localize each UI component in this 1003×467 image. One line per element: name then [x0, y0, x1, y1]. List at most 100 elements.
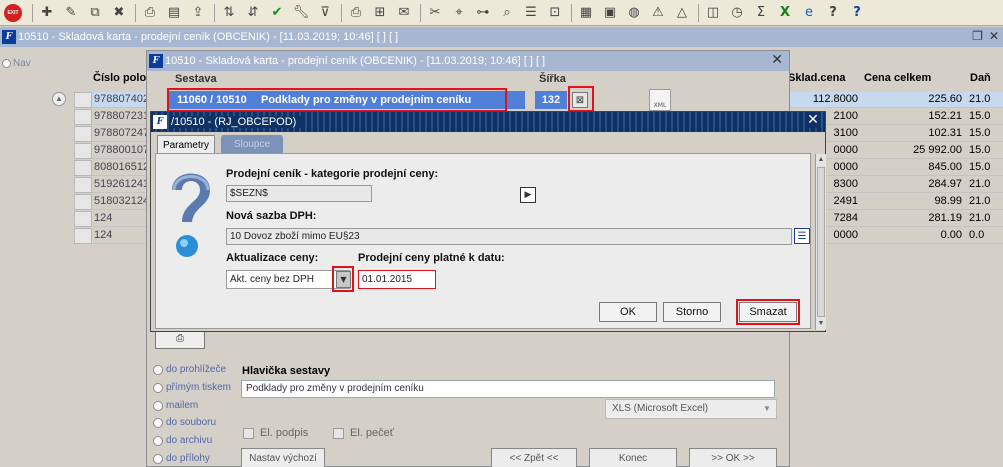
- output-option-5[interactable]: do přílohy: [153, 453, 210, 464]
- format-select[interactable]: XLS (Microsoft Excel) ▼: [605, 399, 777, 419]
- row-selector[interactable]: [74, 177, 92, 193]
- edit-record-icon[interactable]: ✎: [61, 3, 81, 23]
- radio-icon[interactable]: [153, 453, 163, 464]
- radio-icon[interactable]: [153, 364, 163, 375]
- print-preview-icon[interactable]: ⎙: [140, 3, 160, 23]
- dph-input[interactable]: 10 Dovoz zboží mimo EU§23: [226, 228, 792, 245]
- col-header-cena-celkem[interactable]: Cena celkem: [864, 72, 931, 84]
- row-selector[interactable]: [74, 126, 92, 142]
- link-icon[interactable]: ⊶: [473, 3, 493, 23]
- col-header-code[interactable]: Číslo polo: [93, 72, 146, 84]
- toolbar-separator: [135, 3, 136, 22]
- row-selector[interactable]: [74, 143, 92, 159]
- chevron-down-icon[interactable]: ▼: [760, 402, 774, 416]
- output-option-0[interactable]: do prohlížeče: [153, 364, 226, 375]
- cell-code: 978807231: [94, 110, 150, 122]
- filter-icon[interactable]: ⊽: [315, 3, 335, 23]
- wrench-icon[interactable]: 🔧︎: [291, 3, 311, 23]
- cell-dan: 21.0: [969, 212, 991, 224]
- mail-icon[interactable]: ✉: [394, 3, 414, 23]
- help-context-icon[interactable]: ?: [847, 3, 867, 23]
- el-pecet-checkbox[interactable]: El. pečeť: [333, 427, 394, 439]
- row-selector[interactable]: [74, 194, 92, 210]
- tab-sloupce[interactable]: Sloupce: [221, 135, 283, 154]
- radio-icon[interactable]: [153, 400, 163, 411]
- help-icon[interactable]: ?: [823, 3, 843, 23]
- col-header-dan[interactable]: Daň: [970, 72, 991, 84]
- close-icon[interactable]: ✕: [805, 112, 821, 128]
- cenik-input[interactable]: $SEZN$: [226, 185, 372, 202]
- list-icon[interactable]: ☰: [521, 3, 541, 23]
- xml-export-icon[interactable]: XML: [649, 89, 671, 111]
- list-icon[interactable]: ☰: [794, 228, 810, 244]
- pin-icon[interactable]: ⌖: [449, 3, 469, 23]
- cell-sklad-cena: 112.8000: [812, 93, 858, 105]
- document-icon[interactable]: ▣: [600, 3, 620, 23]
- ok-next-button[interactable]: >> OK >>: [689, 448, 777, 467]
- row-selector[interactable]: [74, 211, 92, 227]
- output-option-3[interactable]: do souboru: [153, 417, 216, 428]
- chart-icon[interactable]: ◫: [703, 3, 723, 23]
- nav-option[interactable]: Nav: [2, 58, 31, 69]
- lookup-icon[interactable]: ▶: [520, 187, 536, 203]
- app-logo-icon: F: [153, 115, 167, 129]
- cell-code: 808016512: [94, 161, 150, 173]
- checkbox-icon[interactable]: [333, 427, 344, 439]
- attach-icon[interactable]: ⊞: [370, 3, 390, 23]
- clock-icon[interactable]: ◷: [727, 3, 747, 23]
- copy-record-icon[interactable]: ⧉: [85, 3, 105, 23]
- browser-icon[interactable]: e: [799, 3, 819, 23]
- storno-button[interactable]: Storno: [663, 302, 721, 322]
- row-selector[interactable]: [74, 109, 92, 125]
- ok-button[interactable]: OK: [599, 302, 657, 322]
- radio-icon[interactable]: [153, 417, 163, 428]
- delete-record-icon[interactable]: ✖: [109, 3, 129, 23]
- checkmark-icon[interactable]: ✔: [267, 3, 287, 23]
- close-icon[interactable]: ✕: [989, 29, 999, 43]
- scissors-icon[interactable]: ✂: [425, 3, 445, 23]
- tab-parametry[interactable]: Parametry: [157, 135, 215, 154]
- cell-cena-celkem: 152.21: [928, 110, 962, 122]
- scroll-up-icon[interactable]: ▲: [52, 92, 66, 106]
- output-option-2[interactable]: mailem: [153, 400, 198, 411]
- triangle-icon[interactable]: △: [672, 3, 692, 23]
- col-header-sklad-cena[interactable]: Sklad.cena: [788, 72, 845, 84]
- row-selector[interactable]: [74, 228, 92, 244]
- sum-icon[interactable]: Σ: [751, 3, 771, 23]
- report-icon[interactable]: ▤: [164, 3, 184, 23]
- vertical-scrollbar[interactable]: ▲ ▼: [815, 154, 826, 330]
- sort-desc-icon[interactable]: ⇵: [243, 3, 263, 23]
- output-option-4[interactable]: do archivu: [153, 435, 212, 446]
- calculator-icon[interactable]: ▦: [576, 3, 596, 23]
- output-option-1[interactable]: přímým tiskem: [153, 382, 231, 393]
- nastav-vychozi-button[interactable]: Nastav výchozí: [241, 448, 325, 467]
- scroll-thumb[interactable]: [817, 167, 825, 317]
- restore-icon[interactable]: ❐: [972, 29, 983, 43]
- export-icon[interactable]: ⇪: [188, 3, 208, 23]
- row-selector[interactable]: [74, 160, 92, 176]
- sort-asc-icon[interactable]: ⇅: [219, 3, 239, 23]
- datum-input[interactable]: 01.01.2015: [358, 270, 436, 289]
- scroll-down-icon[interactable]: ▼: [816, 318, 826, 329]
- close-icon[interactable]: ✕: [771, 52, 783, 68]
- sestava-output-section: ⎙ do prohlížeče přímým tiskem mailem do …: [147, 327, 791, 467]
- row-selector[interactable]: [74, 92, 92, 108]
- checkbox-icon[interactable]: [243, 427, 254, 439]
- el-podpis-checkbox[interactable]: El. podpis: [243, 427, 308, 439]
- hlavicka-input[interactable]: Podklady pro změny v prodejním ceníku: [241, 380, 775, 398]
- exit-button[interactable]: EXIT: [4, 3, 22, 22]
- scroll-up-icon[interactable]: ▲: [816, 154, 826, 165]
- konec-button[interactable]: Konec: [589, 448, 677, 467]
- print-icon[interactable]: ⎙: [346, 3, 366, 23]
- cell-dan: 21.0: [969, 195, 991, 207]
- globe-icon[interactable]: ◍: [624, 3, 644, 23]
- nav-radio-icon[interactable]: [2, 59, 11, 68]
- search-icon[interactable]: ⌕: [497, 3, 517, 23]
- new-record-icon[interactable]: ✚: [37, 3, 57, 23]
- warning-icon[interactable]: ⚠: [648, 3, 668, 23]
- zpet-button[interactable]: << Zpět <<: [491, 448, 577, 467]
- grid-icon[interactable]: ⊡: [545, 3, 565, 23]
- excel-icon[interactable]: X: [775, 3, 795, 23]
- radio-icon[interactable]: [153, 382, 163, 393]
- radio-icon[interactable]: [153, 435, 163, 446]
